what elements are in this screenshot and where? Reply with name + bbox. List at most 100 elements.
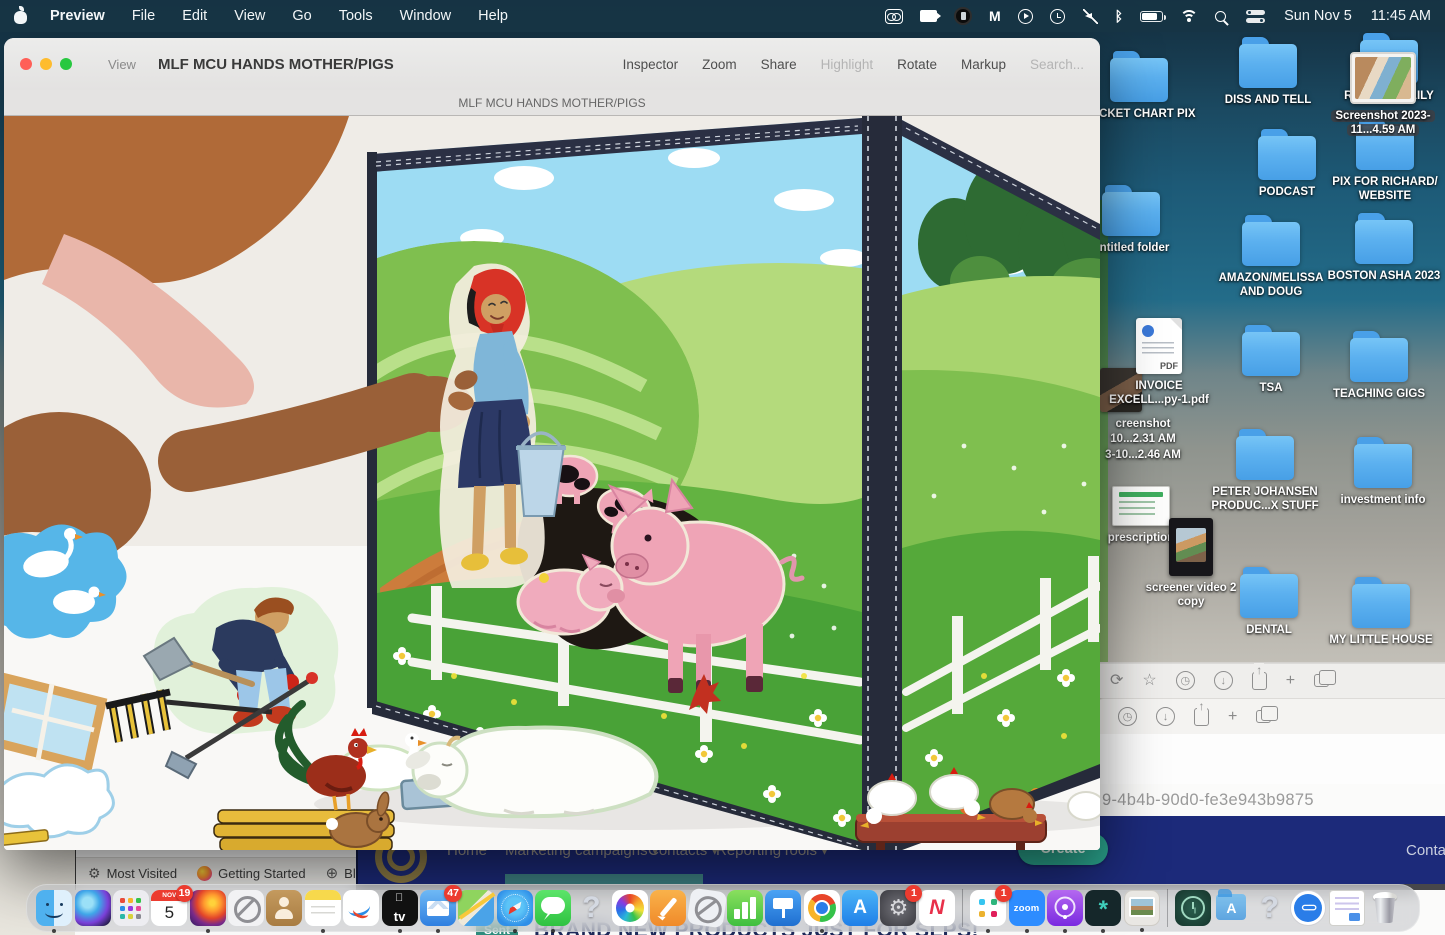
dock-photo-window[interactable] bbox=[1124, 890, 1160, 926]
dock-notes[interactable] bbox=[305, 890, 341, 926]
desktop-icon-amazon-melissa-doug[interactable]: AMAZON/MELISSA AND DOUG bbox=[1212, 222, 1330, 300]
desktop-icon-invoice-pdf[interactable]: PDF INVOICE EXCELL...py-1.pdf bbox=[1100, 318, 1218, 408]
dock-slack[interactable]: 1 bbox=[970, 890, 1006, 926]
menu-file[interactable]: File bbox=[132, 8, 155, 24]
dock-calendar[interactable]: NOV 5 19 bbox=[151, 890, 187, 926]
dock-contacts[interactable] bbox=[266, 890, 302, 926]
markup-button[interactable]: Markup bbox=[961, 57, 1006, 72]
dock-time-machine[interactable] bbox=[1175, 890, 1211, 926]
creative-cloud-icon[interactable] bbox=[885, 7, 903, 25]
desktop-icon-diss-and-tell[interactable]: DISS AND TELL bbox=[1209, 44, 1327, 107]
new-tab-icon[interactable]: + bbox=[1228, 709, 1237, 725]
minimize-button[interactable] bbox=[40, 58, 52, 70]
dock-missing-app[interactable]: ? bbox=[573, 890, 609, 926]
downloads-icon[interactable]: ↓ bbox=[1214, 671, 1233, 690]
dock-pages[interactable] bbox=[650, 890, 686, 926]
menu-time[interactable]: 11:45 AM bbox=[1371, 8, 1431, 24]
spotlight-icon[interactable] bbox=[1215, 7, 1229, 25]
bookmark-most-visited[interactable]: ⚙Most Visited bbox=[88, 865, 177, 882]
menu-app-name[interactable]: Preview bbox=[50, 8, 105, 24]
dock-maps[interactable] bbox=[458, 890, 494, 926]
new-tab-icon[interactable]: + bbox=[1286, 673, 1295, 689]
desktop-icon-investment-info[interactable]: investment info bbox=[1324, 444, 1442, 507]
menu-edit[interactable]: Edit bbox=[182, 8, 207, 24]
wifi-icon[interactable] bbox=[1180, 7, 1198, 25]
dock-photos[interactable] bbox=[612, 890, 648, 926]
menu-help[interactable]: Help bbox=[478, 8, 508, 24]
dock-freeform[interactable] bbox=[343, 890, 379, 926]
zoom-tool-button[interactable]: Zoom bbox=[702, 57, 737, 72]
bookmark-star-icon[interactable]: ☆ bbox=[1142, 673, 1156, 689]
inspector-button[interactable]: Inspector bbox=[623, 57, 679, 72]
share-icon[interactable] bbox=[1194, 708, 1209, 726]
dock-numbers[interactable] bbox=[727, 890, 763, 926]
reload-icon[interactable]: ⟳ bbox=[1110, 673, 1123, 689]
dock-blocked-app-2[interactable] bbox=[686, 888, 727, 929]
menu-date[interactable]: Sun Nov 5 bbox=[1284, 8, 1352, 24]
dock-missing-app-2[interactable]: ? bbox=[1252, 890, 1288, 926]
desktop-icon-tsa[interactable]: TSA bbox=[1212, 332, 1330, 395]
dock-keynote[interactable] bbox=[765, 890, 801, 926]
tab-overview-icon[interactable] bbox=[1314, 674, 1329, 687]
bookmark-getting-started[interactable]: Getting Started bbox=[197, 866, 305, 881]
desktop-icon-dental[interactable]: DENTAL bbox=[1210, 574, 1328, 637]
menu-window[interactable]: Window bbox=[400, 8, 452, 24]
play-status-icon[interactable] bbox=[1018, 7, 1033, 25]
dock-apple-tv[interactable]: tv bbox=[382, 890, 418, 926]
desktop-icon-my-little-house[interactable]: MY LITTLE HOUSE bbox=[1322, 584, 1440, 647]
felt-cloud-outline[interactable] bbox=[4, 765, 113, 837]
share-icon[interactable] bbox=[1252, 672, 1267, 690]
control-center-icon[interactable] bbox=[1246, 7, 1265, 25]
battery-icon[interactable] bbox=[1140, 7, 1163, 25]
history-icon[interactable]: ◷ bbox=[1118, 707, 1137, 726]
apple-menu-icon[interactable] bbox=[14, 8, 28, 24]
dock-blocked-app[interactable] bbox=[228, 890, 264, 926]
dock-pinwheel-app[interactable]: * bbox=[1085, 890, 1121, 926]
view-button[interactable]: View bbox=[108, 57, 136, 72]
desktop-icon-screenshot-stack-labels[interactable]: creenshot 10...2.31 AM 3-10...2.46 AM bbox=[1084, 412, 1202, 462]
dock-news[interactable]: N bbox=[919, 890, 955, 926]
dock-sync-app[interactable] bbox=[1290, 890, 1326, 926]
desktop-icon-peter-johansen[interactable]: PETER JOHANSEN PRODUC...X STUFF bbox=[1206, 436, 1324, 514]
time-machine-icon[interactable] bbox=[1050, 7, 1065, 25]
dock-app-store[interactable]: A bbox=[842, 890, 878, 926]
dock-minimized-document[interactable] bbox=[1329, 890, 1365, 926]
dock-finder[interactable] bbox=[36, 890, 72, 926]
dock-system-settings[interactable]: ⚙1 bbox=[880, 890, 916, 926]
dock-messages[interactable] bbox=[535, 890, 571, 926]
desktop-icon-screenshot-1[interactable]: Screenshot 2023-11...4.59 AM bbox=[1324, 52, 1442, 138]
dock-launchpad[interactable] bbox=[113, 890, 149, 926]
url-bar[interactable]: 9-4b4b-90d0-fe3e943b9875 bbox=[1096, 784, 1445, 817]
dock-trash[interactable] bbox=[1367, 890, 1403, 926]
rotate-button[interactable]: Rotate bbox=[897, 57, 937, 72]
close-button[interactable] bbox=[20, 58, 32, 70]
menu-view[interactable]: View bbox=[234, 8, 265, 24]
mute-icon[interactable] bbox=[1082, 7, 1098, 25]
history-icon[interactable]: ◷ bbox=[1176, 671, 1195, 690]
background-browser-toolbar-1: ⟳ ☆ ◷ ↓ + bbox=[1096, 662, 1445, 698]
bookmark-blackboard[interactable]: ⊕Blackboard bbox=[326, 864, 356, 882]
zoom-window-button[interactable] bbox=[60, 58, 72, 70]
dock-zoom[interactable]: zoom bbox=[1009, 890, 1045, 926]
dock-applications-folder[interactable]: A bbox=[1213, 890, 1249, 926]
dock-mail[interactable]: 47 bbox=[420, 890, 456, 926]
share-button[interactable]: Share bbox=[761, 57, 797, 72]
menu-tools[interactable]: Tools bbox=[339, 8, 373, 24]
dock-firefox[interactable] bbox=[190, 890, 226, 926]
dock-siri[interactable] bbox=[75, 890, 111, 926]
search-field[interactable]: Search... bbox=[1030, 57, 1084, 72]
gmail-icon[interactable]: M bbox=[989, 7, 1001, 25]
screen-record-icon[interactable] bbox=[920, 7, 937, 25]
dock-chrome[interactable] bbox=[804, 890, 840, 926]
tab-overview-icon[interactable] bbox=[1256, 710, 1271, 723]
dock-safari[interactable] bbox=[497, 890, 533, 926]
preview-titlebar[interactable]: View MLF MCU HANDS MOTHER/PIGS Inspector… bbox=[4, 38, 1100, 90]
nav-contact[interactable]: Contact bbox=[1406, 842, 1445, 859]
desktop-icon-boston-asha-2023[interactable]: BOSTON ASHA 2023 bbox=[1325, 220, 1443, 283]
status-dot-icon[interactable] bbox=[954, 7, 972, 25]
bluetooth-icon[interactable]: ᛒ bbox=[1115, 7, 1123, 25]
menu-go[interactable]: Go bbox=[292, 8, 311, 24]
dock-podcasts[interactable] bbox=[1047, 890, 1083, 926]
desktop-icon-teaching-gigs[interactable]: TEACHING GIGS bbox=[1320, 338, 1438, 401]
downloads-icon[interactable]: ↓ bbox=[1156, 707, 1175, 726]
